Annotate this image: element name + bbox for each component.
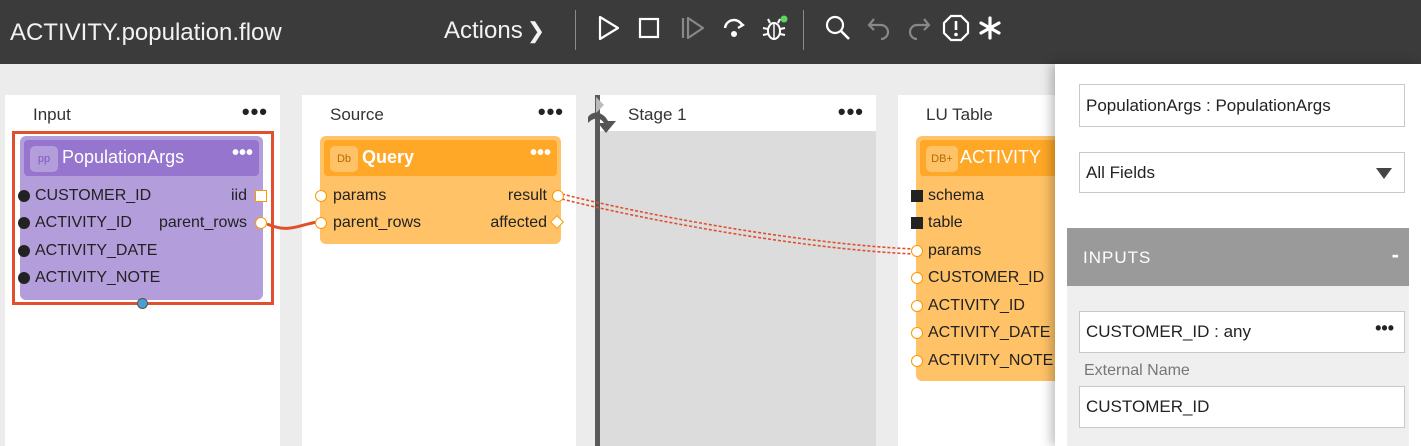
output-port[interactable] <box>552 190 564 202</box>
port-label: ACTIVITY_ID <box>35 214 132 231</box>
node-menu-button[interactable]: ••• <box>232 142 253 165</box>
link-parent-rows[interactable] <box>266 220 319 230</box>
port-label: parent_rows <box>333 214 422 231</box>
warning-icon <box>942 14 970 42</box>
node-name: Query <box>362 147 415 167</box>
node-header[interactable]: DB+ ACTIVITY <box>920 140 1066 176</box>
port-label: parent_rows <box>158 214 247 231</box>
node-name: PopulationArgs <box>62 147 185 167</box>
input-port[interactable] <box>18 245 30 257</box>
port-label: ACTIVITY_DATE <box>35 242 158 259</box>
port-label: params <box>928 242 982 259</box>
properties-panel: PopulationArgs : PopulationArgs All Fiel… <box>1055 64 1421 446</box>
redo-button[interactable] <box>903 12 935 44</box>
undo-button[interactable] <box>863 12 895 44</box>
chevron-down-icon <box>1376 168 1392 179</box>
port-label: CUSTOMER_ID <box>928 269 1045 286</box>
step-button[interactable] <box>676 12 708 44</box>
input-port[interactable] <box>911 217 923 229</box>
step-over-icon <box>723 18 745 37</box>
port-label: schema <box>928 187 985 204</box>
input-item-field[interactable]: CUSTOMER_ID : any ••• <box>1079 311 1405 353</box>
input-port[interactable] <box>315 217 327 229</box>
actions-label: Actions <box>444 17 523 44</box>
node-query[interactable]: Db Query ••• params parent_rows result a… <box>320 136 561 244</box>
port-label: affected <box>490 214 547 231</box>
flow-title: ACTIVITY.population.flow <box>10 19 282 46</box>
asterisk-icon <box>979 16 1001 40</box>
input-port[interactable] <box>18 190 30 202</box>
input-port[interactable] <box>315 190 327 202</box>
play-icon <box>598 15 620 41</box>
input-port[interactable] <box>911 327 923 339</box>
node-population-args[interactable]: pp PopulationArgs ••• CUSTOMER_ID ACTIVI… <box>20 136 263 300</box>
port-label: iid <box>230 187 247 204</box>
input-port[interactable] <box>911 245 923 257</box>
node-bottom-port[interactable] <box>137 298 148 309</box>
port-label: CUSTOMER_ID <box>35 187 152 204</box>
toolbar-divider <box>575 10 576 50</box>
node-header[interactable]: Db Query ••• <box>324 140 557 176</box>
play-button[interactable] <box>592 12 624 44</box>
actions-menu[interactable]: Actions ❯ <box>444 17 545 45</box>
inputs-section: CUSTOMER_ID : any ••• External Name CUST… <box>1067 286 1409 446</box>
search-button[interactable] <box>822 12 854 44</box>
debug-icon <box>762 15 788 40</box>
step-over-button[interactable] <box>718 12 750 44</box>
input-item-label: CUSTOMER_ID : any <box>1086 322 1252 341</box>
link-result-params[interactable] <box>561 193 915 250</box>
port-label: ACTIVITY_DATE <box>928 324 1051 341</box>
node-name-field[interactable]: PopulationArgs : PopulationArgs <box>1079 84 1405 127</box>
output-port[interactable] <box>255 217 267 229</box>
port-label: ACTIVITY_NOTE <box>928 352 1054 369</box>
chevron-right-icon: ❯ <box>526 18 546 43</box>
node-name: ACTIVITY <box>960 147 1042 167</box>
input-port[interactable] <box>911 300 923 312</box>
external-name-input[interactable]: CUSTOMER_ID <box>1079 386 1405 428</box>
collapse-button[interactable]: - <box>1392 242 1399 268</box>
node-badge: pp <box>30 146 58 172</box>
output-port[interactable] <box>255 190 267 202</box>
inputs-title: INPUTS <box>1083 248 1152 267</box>
undo-icon <box>867 18 890 41</box>
node-header[interactable]: pp PopulationArgs ••• <box>24 140 259 176</box>
debug-button[interactable] <box>758 12 790 44</box>
redo-icon <box>908 18 931 41</box>
port-label: table <box>928 214 963 231</box>
input-port[interactable] <box>911 190 923 202</box>
input-port[interactable] <box>911 355 923 367</box>
node-menu-button[interactable]: ••• <box>530 142 551 165</box>
port-label: ACTIVITY_ID <box>928 297 1025 314</box>
inputs-section-header[interactable]: INPUTS - <box>1067 228 1409 286</box>
node-activity[interactable]: DB+ ACTIVITY schema table params CUSTOME… <box>916 136 1066 381</box>
input-port[interactable] <box>18 272 30 284</box>
input-port[interactable] <box>911 272 923 284</box>
port-label: ACTIVITY_NOTE <box>35 269 161 286</box>
input-item-menu-button[interactable]: ••• <box>1375 318 1394 339</box>
toolbar: ACTIVITY.population.flow Actions ❯ <box>0 0 1421 64</box>
node-badge: Db <box>330 146 358 172</box>
settings-button[interactable] <box>974 12 1006 44</box>
toolbar-divider <box>803 10 804 50</box>
link-result-params[interactable] <box>561 198 915 255</box>
step-icon <box>681 16 705 40</box>
search-icon <box>825 15 850 40</box>
stop-icon <box>638 17 660 39</box>
fields-filter-select[interactable]: All Fields <box>1079 152 1405 193</box>
external-name-label: External Name <box>1084 362 1190 379</box>
warnings-button[interactable] <box>940 12 972 44</box>
select-value: All Fields <box>1086 162 1155 182</box>
port-label: result <box>507 187 547 204</box>
input-port[interactable] <box>18 217 30 229</box>
port-label: params <box>333 187 387 204</box>
node-badge: DB+ <box>926 146 958 172</box>
stop-button[interactable] <box>633 12 665 44</box>
